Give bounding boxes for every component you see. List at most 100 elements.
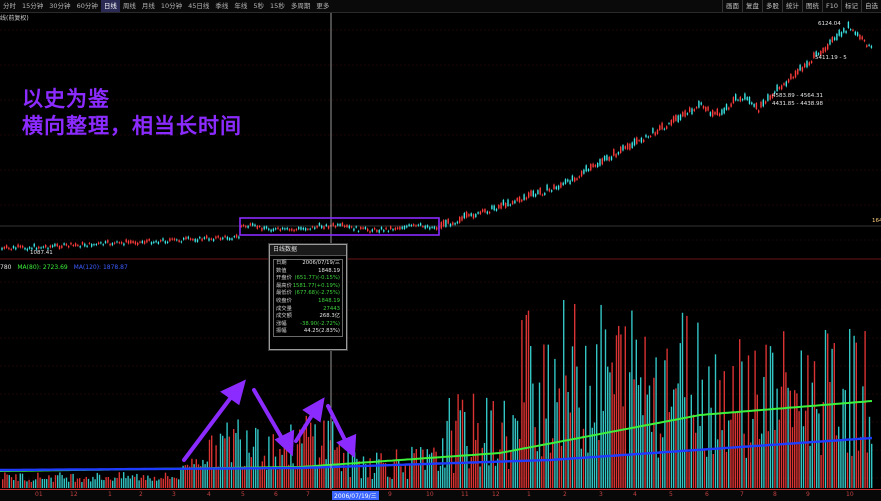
right-toolbar-button[interactable]: 复盘 [741,0,762,12]
right-toolbar-button[interactable]: 图统 [801,0,822,12]
volume-bar [147,475,149,488]
volume-bar [138,480,140,488]
right-toolbar-button[interactable]: 标记 [841,0,861,12]
volume-bar [248,452,250,488]
right-toolbar-button[interactable]: 画面 [721,0,742,12]
candle-body [541,194,544,196]
candle-body [332,223,334,226]
volume-bar [497,458,499,488]
volume-bar [745,457,747,488]
candle-body [822,47,824,53]
candle-body [714,112,716,115]
right-toolbar-button[interactable]: F10 [821,0,841,12]
candle-body [49,245,51,248]
candle-body [564,179,567,184]
volume-bar [552,438,554,488]
volume-bar [83,478,85,488]
volume-bar [624,326,626,488]
period-tabs: 分时 15分钟 30分钟 60分钟 日线 周线 月线 10分钟 45日线 季线 年线 5秒 15秒 多周期… [0,0,332,12]
volume-bar [653,377,655,488]
candle-body [728,107,730,110]
period-tab[interactable]: 季线 [212,0,231,12]
volume-bar [175,478,178,488]
volume-bar [714,354,717,488]
volume-bar [310,422,312,488]
candle-body [528,192,530,198]
candle-body [799,64,801,71]
volume-bar [818,413,820,488]
candle-body [532,190,534,197]
candle-body [649,135,652,138]
volume-bar [92,476,94,488]
period-tab[interactable]: 周线 [120,0,139,12]
volume-bar [640,377,642,488]
period-tab[interactable]: 45日线 [185,0,212,12]
volume-bar [169,478,171,488]
candle-body [442,220,445,227]
volume-bar [312,436,314,488]
candle-body [169,238,171,242]
period-tab[interactable]: 10分钟 [158,0,185,12]
candle-body [222,237,224,240]
candle-body [346,224,348,228]
candle-body [810,61,813,64]
period-tab[interactable]: 15分钟 [19,0,46,12]
period-tab[interactable]: 分时 [0,0,19,12]
right-toolbar-button[interactable]: 统计 [781,0,802,12]
volume-bar [90,481,92,488]
candle-body [15,247,17,250]
right-toolbar-button[interactable]: 自选 [861,0,881,12]
tooltip-value: (651.77)(-0.15%) [294,275,340,282]
period-tab[interactable]: 15秒 [267,0,288,12]
candle-body [279,228,281,231]
candle-body [176,239,178,241]
tooltip-value: 2006/07/19/三 [302,260,340,266]
tooltip-row: 开盘价 (651.77)(-0.15%) [274,275,342,283]
candle-body [141,240,143,244]
volume-bar [780,386,783,488]
candle-body [309,228,311,230]
candle-body [838,29,840,36]
volume-bar [233,429,235,488]
candle-body [1,247,3,250]
candle-body [261,227,263,231]
period-tab[interactable]: 60分钟 [74,0,101,12]
volume-bar [864,331,866,488]
candle-body [702,105,705,109]
volume-bar [741,361,743,488]
candle-body [590,164,592,171]
period-tab[interactable]: 年线 [231,0,250,12]
volume-bar [30,481,32,488]
volume-bar [829,382,831,488]
period-tab[interactable]: 日线 [100,0,120,12]
period-tab[interactable]: 更多 [313,0,332,12]
candle-body [741,99,744,101]
volume-bar [613,394,615,488]
period-tab[interactable]: 多周期 [288,0,314,12]
candle-body [394,227,396,230]
volume-bar [728,420,730,488]
volume-bar [437,470,439,488]
date-axis-label: 4 [207,491,211,498]
period-tab[interactable]: 30分钟 [46,0,73,12]
period-tab[interactable]: 月线 [139,0,158,12]
candle-body [201,238,203,241]
volume-bar [765,344,767,488]
candle-body [452,222,454,225]
date-axis-cursor-label: 2006/07/19/三 [332,491,379,500]
candle-body [406,225,408,228]
right-toolbar-button[interactable]: 多股 [761,0,782,12]
candle-body [378,229,380,233]
candle-body [764,101,767,104]
kline-chart[interactable] [0,0,881,500]
date-axis-label: 6 [274,491,278,498]
period-tab[interactable]: 5秒 [250,0,267,12]
volume-bar [123,472,125,488]
candle-body [196,239,199,242]
candle-body [484,209,486,213]
volume-bar [675,388,677,488]
volume-bar [120,478,123,488]
volume-bar [494,465,497,488]
candle-body [578,176,580,178]
volume-bar [646,394,648,488]
